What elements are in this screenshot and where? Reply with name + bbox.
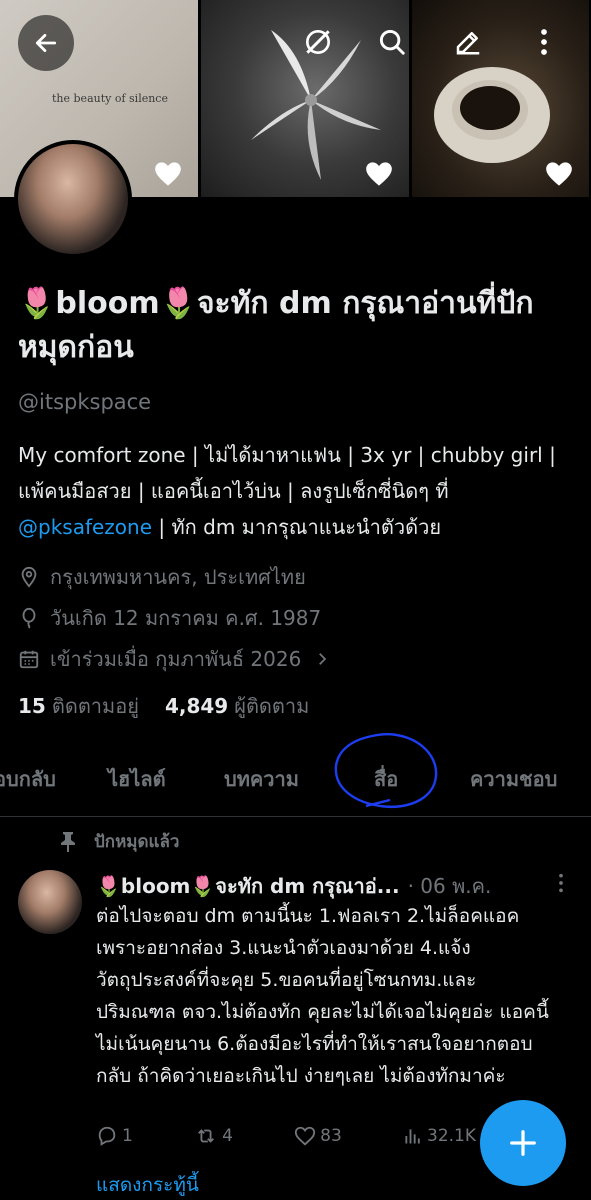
tab-likes[interactable]: ความชอบ <box>470 763 557 795</box>
profile-bio: My comfort zone | ไม่ได้มาหาแฟน | 3x yr … <box>18 437 578 545</box>
heart-icon <box>366 162 392 186</box>
back-button[interactable] <box>18 15 74 71</box>
birthday-row: วันเกิด 12 มกราคม ค.ศ. 1987 <box>18 602 321 634</box>
compose-post-button[interactable] <box>480 1100 566 1186</box>
bio-tail: | ทัก dm มากรุณาแนะนำตัวด้วย <box>152 515 442 539</box>
user-handle: @itspkspace <box>18 390 152 414</box>
birthday-text: วันเกิด 12 มกราคม ค.ศ. 1987 <box>50 606 322 630</box>
heart-icon <box>155 162 181 186</box>
post-actions: 1 4 83 32.1K <box>96 1125 476 1147</box>
post-date[interactable]: · 06 พ.ค. <box>408 870 492 902</box>
views-button[interactable]: 32.1K <box>403 1125 476 1147</box>
reply-icon <box>98 1126 116 1146</box>
like-button[interactable]: 83 <box>294 1125 342 1147</box>
post-header: 🌷bloom🌷จะทัก dm กรุณาอ่... · 06 พ.ค. <box>96 870 571 902</box>
profile-tabs: อบกลับ ไฮไลต์ บทความ สื่อ ความชอบ <box>0 735 591 817</box>
profile-avatar[interactable] <box>14 140 132 258</box>
followers-link[interactable]: 4,849 ผู้ติดตาม <box>165 690 309 722</box>
search-icon <box>379 29 405 55</box>
search-button[interactable] <box>370 20 414 64</box>
banner-quote: the beauty of silence <box>52 92 168 105</box>
location-row: กรุงเทพมหานคร, ประเทศไทย <box>18 561 306 593</box>
follow-counts: 15 ติดตามอยู่ 4,849 ผู้ติดตาม <box>18 690 309 722</box>
location-text: กรุงเทพมหานคร, ประเทศไทย <box>50 565 306 589</box>
followers-label: ผู้ติดตาม <box>234 694 310 718</box>
post-avatar[interactable] <box>18 870 82 934</box>
following-count: 15 <box>18 694 46 718</box>
repost-icon <box>198 1129 215 1143</box>
pin-icon <box>61 831 75 852</box>
repost-count: 4 <box>222 1126 233 1146</box>
bar-chart-icon <box>405 1129 420 1144</box>
grok-icon <box>306 30 330 54</box>
post-text: ต่อไปจะตอบ dm ตามนี้นะ 1.ฟอลเรา 2.ไม่ล็อ… <box>96 905 549 1087</box>
tab-highlights[interactable]: ไฮไลต์ <box>108 763 166 795</box>
tab-articles[interactable]: บทความ <box>224 763 299 795</box>
display-name: 🌷bloom🌷จะทัก dm กรุณาอ่านที่ปักหมุดก่อน <box>18 286 534 365</box>
view-count: 32.1K <box>427 1126 476 1146</box>
repost-button[interactable]: 4 <box>194 1125 233 1147</box>
reply-button[interactable]: 1 <box>96 1125 133 1147</box>
heart-icon <box>546 162 572 186</box>
calendar-icon <box>19 650 39 669</box>
joined-text: เข้าร่วมเมื่อ กุมภาพันธ์ 2026 <box>50 647 302 671</box>
hand-drawn-circle-annotation <box>334 733 438 809</box>
like-count: 83 <box>320 1126 342 1146</box>
tab-replies[interactable]: อบกลับ <box>0 763 56 795</box>
bio-mention-link[interactable]: @pksafezone <box>18 515 152 539</box>
post-more-icon[interactable] <box>557 872 565 894</box>
pinned-label: ปักหมุดแล้ว <box>94 832 180 852</box>
bio-text: My comfort zone | ไม่ได้มาหาแฟน | 3x yr … <box>18 443 556 503</box>
more-options-button[interactable] <box>522 20 566 64</box>
show-thread-link[interactable]: แสดงกระทู้นี้ <box>96 1170 199 1200</box>
joined-row[interactable]: เข้าร่วมเมื่อ กุมภาพันธ์ 2026 <box>18 643 341 675</box>
pinned-label-row: ปักหมุดแล้ว <box>60 828 179 855</box>
plus-icon <box>510 1130 536 1156</box>
pencil-icon <box>456 32 480 55</box>
edit-button[interactable] <box>446 20 490 64</box>
following-label: ติดตามอยู่ <box>51 694 139 718</box>
balloon-icon <box>22 607 36 629</box>
arrow-left-icon <box>35 34 57 52</box>
grok-button[interactable] <box>296 20 340 64</box>
heart-outline-icon <box>295 1126 316 1146</box>
post-author-name[interactable]: 🌷bloom🌷จะทัก dm กรุณาอ่... <box>96 870 400 902</box>
followers-count: 4,849 <box>164 694 229 718</box>
chevron-right-icon <box>319 653 327 665</box>
following-link[interactable]: 15 ติดตามอยู่ <box>18 690 139 722</box>
location-pin-icon <box>21 566 37 588</box>
more-vertical-icon <box>541 29 547 55</box>
reply-count: 1 <box>122 1126 133 1146</box>
